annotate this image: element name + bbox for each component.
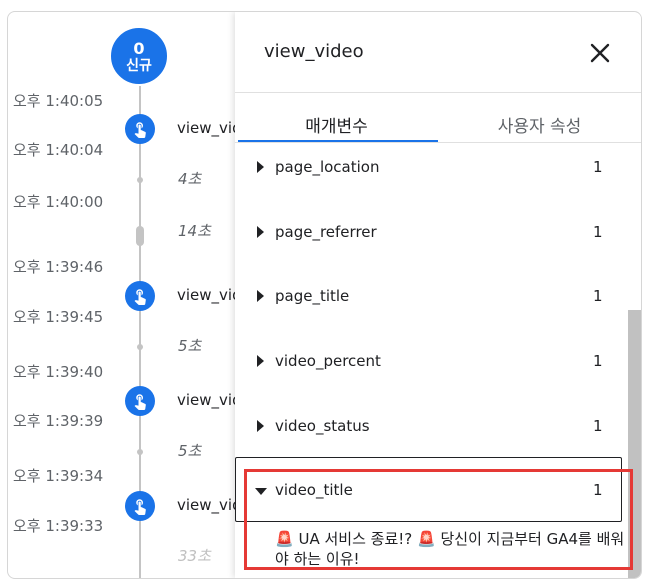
timeline-dot bbox=[137, 449, 143, 455]
tab-user-properties[interactable]: 사용자 속성 bbox=[438, 112, 641, 137]
param-name: video_percent bbox=[275, 352, 381, 370]
scrollbar-thumb[interactable] bbox=[628, 310, 641, 578]
siren-icon: 🚨 bbox=[275, 530, 294, 548]
close-button[interactable] bbox=[587, 40, 613, 66]
event-name[interactable]: view_vid bbox=[177, 496, 242, 514]
timestamp: 오후 1:40:04 bbox=[13, 141, 104, 159]
panel-title: view_video bbox=[264, 41, 364, 62]
param-row-video-percent[interactable]: video_percent 1 bbox=[235, 347, 625, 381]
param-name: page_location bbox=[275, 158, 380, 176]
duration-label: 5초 bbox=[178, 337, 202, 355]
param-row-page-title[interactable]: page_title 1 bbox=[235, 282, 625, 316]
close-icon bbox=[590, 43, 610, 63]
event-name[interactable]: view_vid bbox=[177, 286, 242, 304]
new-count-badge: 0 신규 bbox=[109, 26, 169, 86]
expand-arrow-icon bbox=[257, 161, 264, 173]
param-row-page-referrer[interactable]: page_referrer 1 bbox=[235, 218, 625, 252]
touch-icon[interactable] bbox=[125, 491, 155, 521]
event-name[interactable]: view_vid bbox=[177, 391, 242, 409]
divider bbox=[235, 142, 641, 143]
duration-label: 14초 bbox=[178, 222, 211, 240]
param-count: 1 bbox=[593, 417, 603, 435]
param-value: 🚨 UA 서비스 종료!? 🚨 당신이 지금부터 GA4를 배워야 하는 이유! bbox=[275, 529, 625, 569]
duration-label: 33초 bbox=[178, 547, 211, 565]
duration-label: 4초 bbox=[178, 170, 202, 188]
timestamp: 오후 1:39:39 bbox=[13, 412, 104, 430]
event-name[interactable]: view_vid bbox=[177, 119, 242, 137]
timeline-gap-bar bbox=[136, 226, 144, 246]
debugview-frame: 0 신규 오후 1:40:05 오후 1:40:04 오후 1:40:00 오후… bbox=[7, 11, 642, 579]
expand-arrow-icon bbox=[257, 226, 264, 238]
timestamp: 오후 1:39:45 bbox=[13, 308, 104, 326]
touch-icon[interactable] bbox=[125, 114, 155, 144]
param-name: video_status bbox=[275, 417, 370, 435]
timestamp: 오후 1:40:05 bbox=[13, 92, 104, 110]
tab-parameters[interactable]: 매개변수 bbox=[235, 112, 438, 137]
param-count: 1 bbox=[593, 223, 603, 241]
duration-label: 5초 bbox=[178, 442, 202, 460]
siren-icon: 🚨 bbox=[417, 530, 436, 548]
divider bbox=[235, 92, 641, 93]
timestamp: 오후 1:39:40 bbox=[13, 363, 104, 381]
timestamp: 오후 1:39:33 bbox=[13, 517, 104, 535]
expand-arrow-icon bbox=[257, 355, 264, 367]
timestamp: 오후 1:39:46 bbox=[13, 258, 104, 276]
param-value-text: UA 서비스 종료!? bbox=[298, 530, 413, 548]
event-detail-panel: view_video 매개변수 사용자 속성 page_location 1 p… bbox=[235, 12, 641, 578]
param-count: 1 bbox=[593, 352, 603, 370]
badge-label: 신규 bbox=[126, 58, 152, 74]
param-name: video_title bbox=[275, 481, 353, 499]
collapse-arrow-icon bbox=[255, 488, 267, 495]
expand-arrow-icon bbox=[257, 420, 264, 432]
expand-arrow-icon bbox=[257, 290, 264, 302]
param-name: page_title bbox=[275, 287, 350, 305]
badge-count: 0 bbox=[133, 39, 145, 58]
param-count: 1 bbox=[593, 287, 603, 305]
param-count: 1 bbox=[593, 481, 603, 499]
param-row-page-location[interactable]: page_location 1 bbox=[235, 153, 625, 187]
param-row-video-status[interactable]: video_status 1 bbox=[235, 412, 625, 446]
timestamp: 오후 1:39:34 bbox=[13, 467, 104, 485]
timeline-dot bbox=[137, 344, 143, 350]
param-row-video-title[interactable]: video_title 1 bbox=[235, 476, 625, 510]
touch-icon[interactable] bbox=[125, 281, 155, 311]
timestamp: 오후 1:40:00 bbox=[13, 193, 104, 211]
touch-icon[interactable] bbox=[125, 386, 155, 416]
timeline-dot bbox=[137, 177, 143, 183]
param-name: page_referrer bbox=[275, 223, 377, 241]
param-count: 1 bbox=[593, 158, 603, 176]
